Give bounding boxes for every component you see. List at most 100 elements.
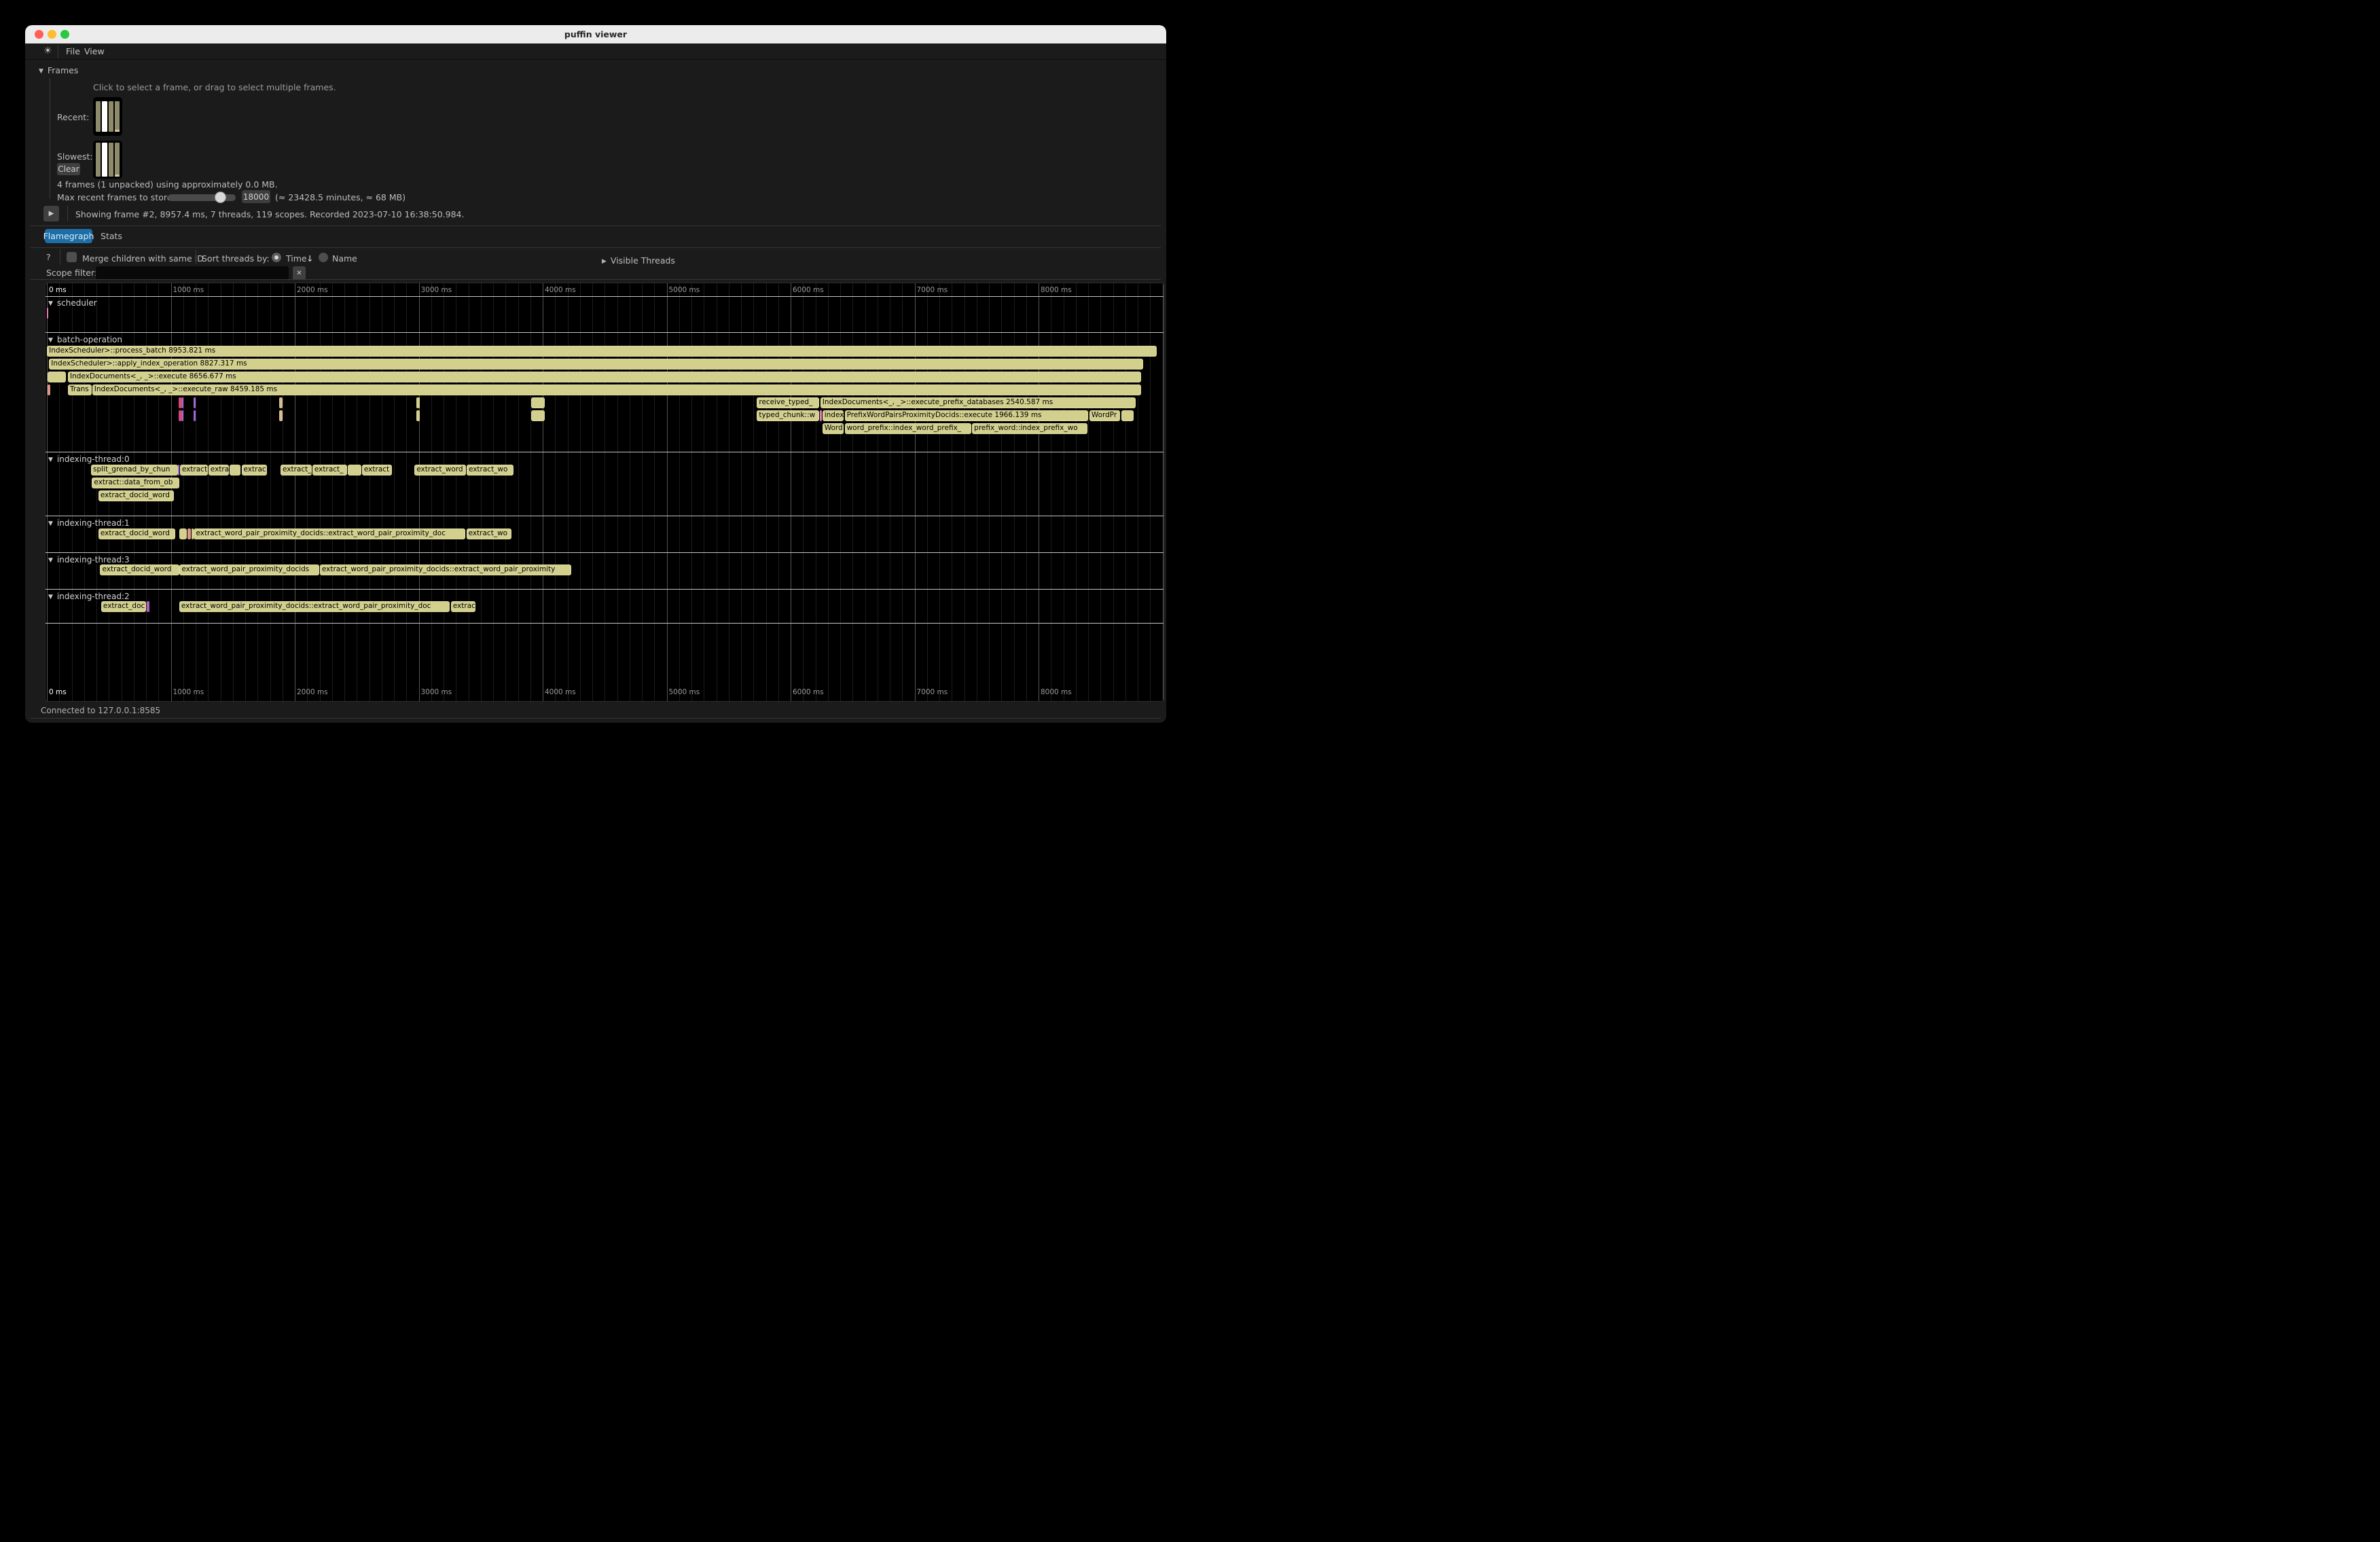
theme-toggle-icon[interactable]: ☀ [43, 46, 52, 56]
scope-bar[interactable]: IndexScheduler>::process_batch 8953.821 … [47, 346, 1157, 357]
scope-bar[interactable] [179, 397, 182, 408]
scope-bar[interactable] [194, 410, 196, 421]
max-frames-value[interactable]: 18000 [242, 190, 270, 203]
scope-bar[interactable]: extract_wo [467, 465, 513, 476]
scope-bar[interactable]: receive_typed_ [757, 397, 818, 408]
scope-bar[interactable]: extract [362, 465, 392, 476]
bottom-axis-tick-label: 2000 ms [297, 688, 328, 696]
visible-threads-header[interactable]: ▶Visible Threads [602, 253, 675, 266]
scope-bar[interactable] [348, 465, 361, 476]
bottom-axis-tick-label: 4000 ms [545, 688, 576, 696]
scope-bar[interactable]: extract_docid_word [100, 564, 179, 575]
scope-bar[interactable] [531, 397, 545, 408]
scope-bar[interactable] [48, 372, 67, 382]
scope-bar[interactable]: extra [209, 465, 229, 476]
scope-bar[interactable]: IndexDocuments<_, _>::execute_raw 8459.1… [92, 384, 1141, 395]
tab-flamegraph[interactable]: Flamegraph [45, 229, 92, 243]
scope-bar[interactable]: extract_word_pair_proximity_docids::extr… [194, 528, 465, 539]
max-frames-slider[interactable] [168, 194, 236, 201]
scope-bar[interactable]: extract_ [312, 465, 347, 476]
clear-filter-button[interactable]: ✕ [293, 266, 306, 280]
tab-stats[interactable]: Stats [98, 229, 124, 243]
scope-bar[interactable] [194, 397, 196, 408]
scope-bar[interactable] [179, 410, 182, 421]
scope-bar[interactable]: extract_word_pair_proximity_docids [179, 564, 319, 575]
thread-section-header[interactable]: ▼indexing-thread:2 [48, 592, 130, 601]
scope-bar[interactable] [48, 384, 50, 395]
scope-filter-input[interactable] [96, 266, 289, 280]
frame-thumbnail-bar[interactable] [96, 143, 101, 177]
scope-bar[interactable]: Word [823, 423, 844, 434]
scope-bar[interactable]: extract_ [281, 465, 312, 476]
flamegraph-canvas[interactable]: 0 ms1000 ms2000 ms3000 ms4000 ms5000 ms6… [45, 283, 1164, 702]
scope-bar[interactable] [182, 410, 183, 421]
scope-bar[interactable]: extract_word_pair_proximity_docids::extr… [179, 601, 450, 612]
scope-bar[interactable]: Trans [68, 384, 92, 395]
scope-bar[interactable]: extract::data_from_ob [92, 478, 179, 488]
scope-bar[interactable] [182, 397, 183, 408]
sort-direction-arrow-icon[interactable]: ↓ [306, 253, 313, 264]
frame-thumbnail-bar[interactable] [109, 143, 113, 177]
sort-by-name-radio[interactable] [319, 253, 328, 262]
sort-by-name-label: Name [332, 253, 357, 264]
help-button[interactable]: ? [46, 252, 51, 262]
scope-bar[interactable] [187, 528, 191, 539]
scope-bar[interactable] [531, 410, 545, 421]
scope-bar[interactable] [192, 528, 194, 539]
scope-bar[interactable]: extract [180, 465, 208, 476]
frame-thumbnail-bar[interactable] [102, 101, 107, 132]
scope-bar[interactable]: word_prefix::index_word_prefix_ [845, 423, 971, 434]
scope-bar[interactable] [230, 465, 240, 476]
frames-collapsing-header[interactable]: ▼Frames [39, 63, 78, 76]
frame-thumbnail-bar[interactable] [115, 101, 120, 132]
slowest-frames-thumbnail[interactable] [93, 141, 122, 179]
scope-bar[interactable] [47, 308, 48, 319]
max-frames-slider-knob[interactable] [215, 192, 226, 203]
menu-file[interactable]: File [66, 46, 80, 56]
scope-bar[interactable]: typed_chunk::w [757, 410, 818, 421]
scope-bar[interactable] [820, 410, 822, 421]
section-divider [46, 589, 1164, 590]
frame-thumbnail-bar[interactable] [96, 101, 101, 132]
scope-bar[interactable]: extract_docid_word [98, 490, 174, 501]
scope-bar[interactable] [148, 601, 149, 612]
scope-bar[interactable]: IndexDocuments<_, _>::execute 8656.677 m… [68, 372, 1141, 382]
scope-bar[interactable]: extract_wo [467, 528, 512, 539]
scope-bar[interactable]: extract_word_pair_proximity_docids::extr… [320, 564, 571, 575]
play-pause-button[interactable]: ▶ [43, 206, 59, 221]
scope-bar[interactable]: extract_word [414, 465, 466, 476]
scope-bar[interactable] [416, 397, 420, 408]
merge-children-checkbox[interactable] [67, 252, 77, 262]
scope-bar[interactable]: WordPr [1089, 410, 1121, 421]
scope-bar[interactable] [279, 410, 283, 421]
clear-slowest-button[interactable]: Clear [57, 163, 80, 175]
thread-section-header[interactable]: ▼indexing-thread:0 [48, 454, 130, 464]
sort-by-time-radio[interactable] [272, 253, 281, 262]
recent-frames-thumbnail[interactable] [93, 97, 122, 136]
menu-view[interactable]: View [84, 46, 105, 56]
scope-bar[interactable] [1121, 410, 1134, 421]
frame-thumbnail-bar[interactable] [115, 143, 120, 177]
scope-bar[interactable]: IndexScheduler>::apply_index_operation 8… [49, 359, 1143, 370]
scope-bar[interactable]: extrac [451, 601, 475, 612]
frame-thumbnail-bar[interactable] [109, 101, 113, 132]
scope-bar[interactable]: prefix_word::index_prefix_wo [972, 423, 1087, 434]
thread-section-header[interactable]: ▼scheduler [48, 298, 97, 308]
scope-bar[interactable]: extract_doc [101, 601, 146, 612]
scope-bar[interactable]: extract_docid_word [98, 528, 176, 539]
thread-section-header[interactable]: ▼batch-operation [48, 335, 122, 344]
scope-bar[interactable]: split_grenad_by_chun [91, 465, 178, 476]
play-separator [67, 206, 68, 221]
scope-bar[interactable] [279, 397, 283, 408]
frame-thumbnail-bar[interactable] [102, 143, 107, 177]
scope-bar[interactable]: PrefixWordPairsProximityDocids::execute … [845, 410, 1089, 421]
scope-bar[interactable]: IndexDocuments<_, _>::execute_prefix_dat… [821, 397, 1136, 408]
thread-section-header[interactable]: ▼indexing-thread:1 [48, 518, 130, 528]
thread-section-header[interactable]: ▼indexing-thread:3 [48, 555, 130, 564]
scope-bar[interactable]: extrac [242, 465, 268, 476]
frames-header-label: Frames [48, 65, 78, 75]
scope-bar[interactable] [179, 528, 187, 539]
scope-bar[interactable] [416, 410, 420, 421]
collapse-triangle-icon: ▼ [48, 456, 53, 463]
scope-bar[interactable]: index [823, 410, 844, 421]
